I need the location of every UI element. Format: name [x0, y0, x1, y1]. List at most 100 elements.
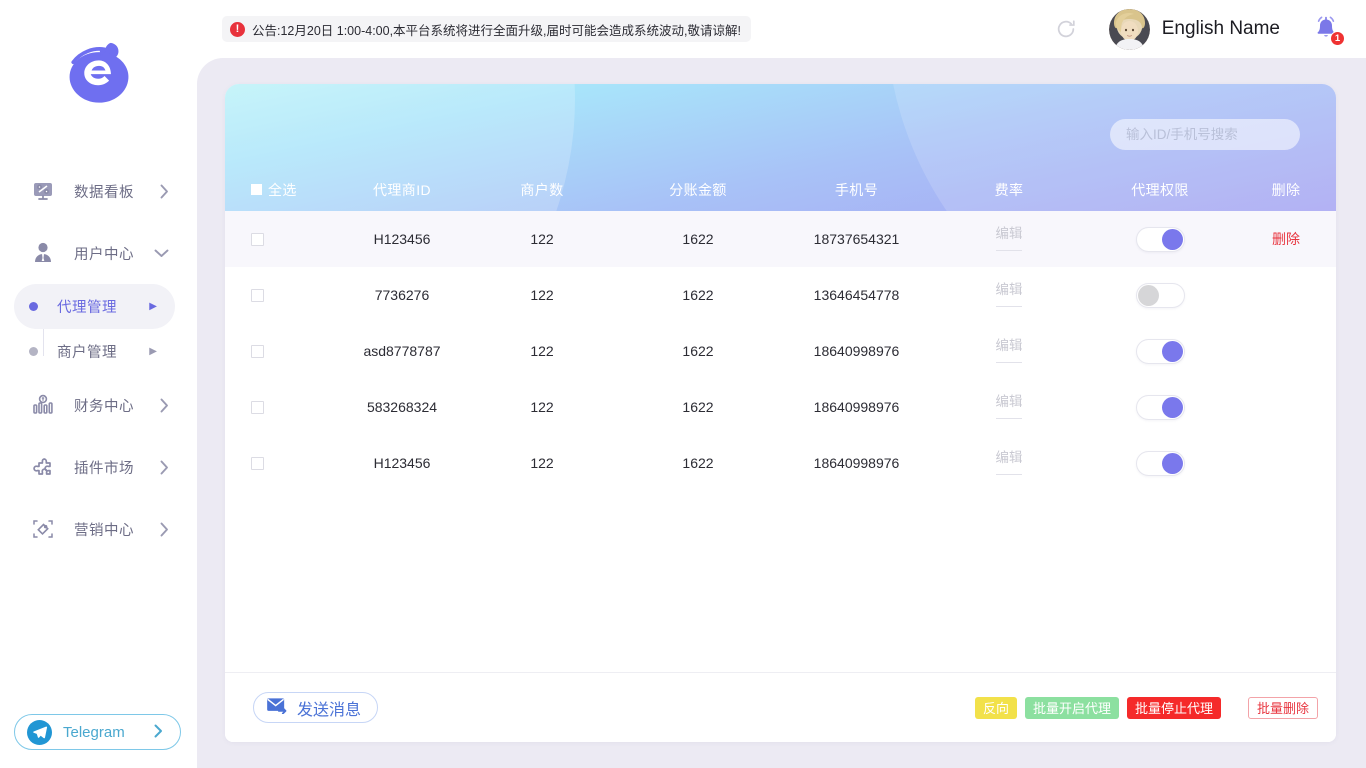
edit-rate-link[interactable]: 编辑: [996, 283, 1023, 297]
sidebar-item-label: 插件市场: [74, 460, 134, 477]
sidebar-item-agent-management[interactable]: 代理管理 ▶: [14, 284, 175, 329]
search-box[interactable]: [1110, 119, 1300, 150]
cell-rate: 编辑: [934, 211, 1084, 267]
permission-toggle[interactable]: [1135, 394, 1185, 420]
send-message-label: 发送消息: [297, 701, 362, 719]
finance-chart-icon: [30, 392, 56, 418]
table-row: asd8778787 122 1622 18640998976 编辑: [225, 323, 1336, 379]
toggle-knob: [1161, 340, 1183, 362]
row-checkbox[interactable]: [251, 288, 264, 302]
edit-rate-link[interactable]: 编辑: [996, 395, 1023, 409]
cell-delete: 删除: [1236, 211, 1336, 267]
cell-delete: [1236, 267, 1336, 323]
column-header-delete: 删除: [1271, 181, 1301, 198]
sidebar-item-plugin-market[interactable]: 插件市场: [0, 436, 197, 498]
cell-agent-id: 583268324: [366, 399, 438, 415]
sidebar-item-merchant-management[interactable]: 商户管理 ▶: [14, 329, 175, 374]
edit-rate-link[interactable]: 编辑: [996, 451, 1023, 465]
column-header-merchants: 商户数: [520, 181, 564, 198]
sidebar-item-label: 营销中心: [74, 522, 134, 539]
chevron-down-icon: [154, 249, 169, 258]
mail-send-icon: [266, 697, 288, 719]
cell-split-amount: 1622: [682, 343, 714, 359]
chevron-right-icon: [154, 724, 163, 741]
permission-toggle[interactable]: [1135, 450, 1185, 476]
row-checkbox[interactable]: [251, 400, 264, 414]
row-checkbox-cell[interactable]: [225, 379, 337, 435]
refresh-icon[interactable]: [1055, 18, 1077, 40]
column-header-label: 全选: [268, 181, 297, 198]
action-batch-delete-button[interactable]: 批量删除: [1247, 696, 1318, 719]
sidebar-item-finance-center[interactable]: 财务中心: [0, 374, 197, 436]
permission-toggle[interactable]: [1135, 338, 1185, 364]
cell-permission: [1084, 211, 1236, 267]
table-header-row: 全选 代理商ID 商户数 分账金额 手机号 费率 代理权限 删除: [225, 168, 1336, 211]
cell-rate: 编辑: [934, 267, 1084, 323]
dashboard-icon: [30, 178, 56, 204]
cell-delete: [1236, 379, 1336, 435]
action-batch-enable-button[interactable]: 批量开启代理: [1024, 696, 1119, 719]
chevron-right-icon: [160, 522, 169, 537]
cell-permission: [1084, 267, 1236, 323]
toggle-knob: [1161, 228, 1183, 250]
cell-permission: [1084, 379, 1236, 435]
row-checkbox-cell[interactable]: [225, 267, 337, 323]
cell-split-amount: 1622: [682, 399, 714, 415]
leaf-e-logo-icon: [69, 42, 128, 103]
send-message-button[interactable]: 发送消息: [253, 692, 379, 723]
cell-merchants: 122: [530, 231, 554, 247]
triangle-right-icon: ▶: [149, 301, 157, 312]
column-header-select[interactable]: 全选: [225, 180, 337, 200]
sidebar-item-dashboard[interactable]: 数据看板: [0, 160, 197, 222]
table-body: H123456 122 1622 18737654321 编辑 删除 7736276 122 1…: [225, 211, 1336, 491]
edit-underline: [996, 306, 1022, 308]
permission-toggle[interactable]: [1135, 282, 1185, 308]
cell-agent-id: 7736276: [374, 287, 430, 303]
select-all-checkbox[interactable]: [251, 184, 262, 195]
search-input[interactable]: [1110, 119, 1300, 150]
puzzle-icon: [30, 454, 56, 480]
row-checkbox-cell[interactable]: [225, 211, 337, 267]
action-reverse-button[interactable]: 反向: [974, 696, 1017, 719]
sidebar-item-marketing-center[interactable]: 营销中心: [0, 498, 197, 560]
delete-row-link[interactable]: 删除: [1272, 229, 1300, 249]
cell-merchants: 122: [530, 287, 554, 303]
row-checkbox[interactable]: [251, 344, 264, 358]
table-row: 7736276 122 1622 13646454778 编辑: [225, 267, 1336, 323]
row-checkbox[interactable]: [251, 456, 264, 470]
cell-delete: [1236, 435, 1336, 491]
brand-logo[interactable]: [0, 30, 197, 122]
telegram-icon: [27, 719, 52, 745]
chevron-right-icon: [160, 460, 169, 475]
sidebar-item-label: 财务中心: [74, 398, 134, 415]
row-checkbox-cell[interactable]: [225, 323, 337, 379]
action-batch-disable-button[interactable]: 批量停止代理: [1126, 696, 1221, 719]
edit-rate-link[interactable]: 编辑: [996, 227, 1023, 241]
footer-actions: 反向 批量开启代理 批量停止代理 批量删除: [967, 696, 1318, 719]
sidebar-subitem-label: 代理管理: [57, 300, 117, 316]
row-checkbox-cell[interactable]: [225, 435, 337, 491]
edit-underline: [996, 250, 1022, 252]
cell-phone: 18640998976: [813, 455, 900, 471]
bullet-dot-icon: [29, 302, 38, 311]
row-checkbox[interactable]: [251, 232, 264, 246]
toggle-knob: [1161, 396, 1183, 418]
top-header: ! 公告:12月20日 1:00-4:00,本平台系统将进行全面升级,届时可能会…: [197, 0, 1366, 58]
cell-phone: 18737654321: [813, 231, 900, 247]
cell-agent-id: H123456: [373, 455, 431, 471]
sidebar-item-user-center[interactable]: 用户中心: [0, 222, 197, 284]
edit-rate-link[interactable]: 编辑: [996, 339, 1023, 353]
telegram-button[interactable]: Telegram: [14, 714, 181, 750]
table-row: H123456 122 1622 18640998976 编辑: [225, 435, 1336, 491]
announcement-banner: ! 公告:12月20日 1:00-4:00,本平台系统将进行全面升级,届时可能会…: [222, 16, 751, 42]
triangle-right-icon: ▶: [149, 346, 157, 357]
table-row: H123456 122 1622 18737654321 编辑 删除: [225, 211, 1336, 267]
avatar[interactable]: [1108, 8, 1150, 50]
user-icon: [30, 240, 56, 266]
notification-bell[interactable]: 1: [1310, 12, 1345, 46]
sidebar: 数据看板 用户中心 代理管理 ▶ 商户管理 ▶ 财务中心 插件市场 营销中心 T…: [0, 0, 197, 768]
cell-rate: 编辑: [934, 323, 1084, 379]
permission-toggle[interactable]: [1135, 226, 1185, 252]
sidebar-subgroup-user-center: 代理管理 ▶ 商户管理 ▶: [0, 284, 197, 374]
telegram-label: Telegram: [63, 723, 125, 741]
